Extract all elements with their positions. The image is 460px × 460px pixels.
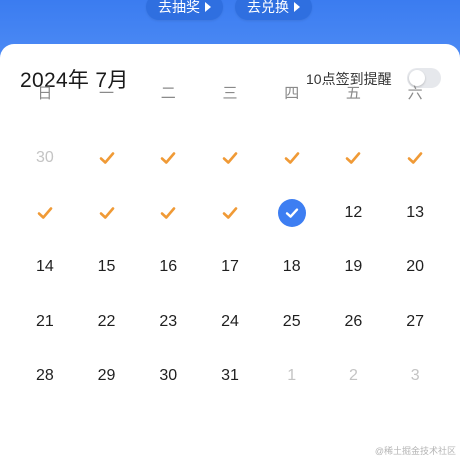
day-number: 2	[348, 367, 358, 384]
calendar-day-cell[interactable]: 26	[323, 312, 385, 367]
calendar-day-cell[interactable]	[261, 148, 323, 203]
day-number: 30	[35, 149, 54, 166]
day-number: 1	[287, 367, 297, 384]
day-number: 14	[35, 258, 54, 275]
check-icon	[407, 152, 423, 164]
weekday-header: 日 一 二 三 四 五 六	[14, 84, 446, 104]
day-number: 12	[344, 203, 363, 221]
calendar-day-cell[interactable]: 23	[137, 312, 199, 367]
check-icon	[99, 206, 114, 219]
calendar-day-cell[interactable]: 19	[323, 257, 385, 312]
calendar-day-cell[interactable]: 30	[14, 148, 76, 203]
calendar-day-cell[interactable]: 15	[76, 257, 138, 312]
day-number: 24	[221, 312, 239, 330]
play-arrow-icon	[294, 2, 300, 12]
calendar-day-cell[interactable]: 13	[384, 203, 446, 258]
calendar-day-cell[interactable]	[323, 148, 385, 203]
calendar-day-cell[interactable]	[14, 203, 76, 258]
go-exchange-label: 去兑换	[247, 0, 289, 15]
calendar-day-cell[interactable]: 16	[137, 257, 199, 312]
play-arrow-icon	[205, 2, 211, 12]
calendar-day-cell[interactable]: 20	[384, 257, 446, 312]
calendar-day-cell[interactable]: 1	[261, 366, 323, 421]
day-number: 25	[282, 312, 301, 330]
check-icon	[37, 206, 53, 219]
calendar-day-cell[interactable]: 27	[384, 312, 446, 367]
check-icon	[346, 152, 361, 164]
calendar-day-cell[interactable]: 12	[323, 203, 385, 258]
calendar-day-grid: 30 12 13 14 15 16 17 18 19 20 21 22 23 24 25 26 27 28 29 30…	[14, 148, 446, 421]
check-icon	[160, 206, 176, 219]
calendar-day-cell[interactable]: 2	[323, 366, 385, 421]
calendar-day-cell[interactable]	[76, 203, 138, 258]
day-number: 16	[159, 258, 178, 275]
check-icon	[284, 152, 300, 164]
calendar-day-cell[interactable]: 28	[14, 366, 76, 421]
calendar-day-cell[interactable]	[384, 148, 446, 203]
calendar-day-cell[interactable]: 30	[137, 366, 199, 421]
calendar-day-cell[interactable]: 24	[199, 312, 261, 367]
weekday-mon: 一	[99, 85, 115, 102]
calendar-day-cell[interactable]	[261, 198, 323, 258]
go-exchange-button[interactable]: 去兑换	[235, 0, 312, 20]
calendar-day-cell[interactable]	[137, 148, 199, 203]
weekday-sat: 六	[407, 85, 423, 102]
calendar-day-cell[interactable]: 17	[199, 257, 261, 312]
weekday-thu: 四	[284, 85, 300, 102]
day-number: 18	[282, 258, 301, 275]
go-lottery-label: 去抽奖	[158, 0, 200, 15]
weekday-tue: 二	[160, 85, 176, 102]
day-number: 20	[406, 258, 425, 275]
calendar-day-cell[interactable]	[76, 148, 138, 203]
calendar-day-cell[interactable]	[199, 203, 261, 258]
day-number: 30	[159, 367, 178, 384]
check-icon	[222, 206, 238, 219]
calendar-day-cell[interactable]: 22	[76, 312, 138, 367]
day-number: 29	[97, 367, 116, 384]
day-number: 31	[221, 367, 239, 384]
day-number: 27	[406, 312, 425, 330]
check-icon	[222, 152, 238, 164]
calendar-day-cell[interactable]: 3	[384, 366, 446, 421]
calendar-day-cell[interactable]	[137, 203, 199, 258]
watermark: @稀土掘金技术社区	[374, 446, 456, 456]
weekday-sun: 日	[37, 85, 53, 102]
calendar-day-cell[interactable]: 21	[14, 312, 76, 367]
go-lottery-button[interactable]: 去抽奖	[146, 0, 223, 20]
weekday-wed: 三	[222, 85, 238, 102]
day-number: 23	[159, 312, 178, 330]
day-number: 19	[344, 258, 363, 275]
calendar-day-cell[interactable]: 25	[261, 312, 323, 367]
day-number: 17	[221, 258, 239, 275]
day-number: 22	[97, 312, 116, 330]
calendar-day-cell[interactable]: 14	[14, 257, 76, 312]
check-icon	[160, 152, 176, 164]
day-number: 28	[35, 367, 54, 384]
day-number: 3	[410, 367, 420, 384]
calendar-day-cell[interactable]: 29	[76, 366, 138, 421]
weekday-fri: 五	[345, 85, 361, 102]
calendar-day-cell[interactable]: 31	[199, 366, 261, 421]
day-number: 13	[406, 203, 425, 221]
calendar-day-cell[interactable]	[199, 148, 261, 203]
day-number: 26	[344, 312, 363, 330]
check-icon	[99, 152, 114, 164]
day-number: 15	[97, 258, 116, 275]
day-number: 21	[35, 312, 54, 330]
calendar-day-cell[interactable]: 18	[261, 257, 323, 312]
today-check-icon	[277, 198, 306, 227]
